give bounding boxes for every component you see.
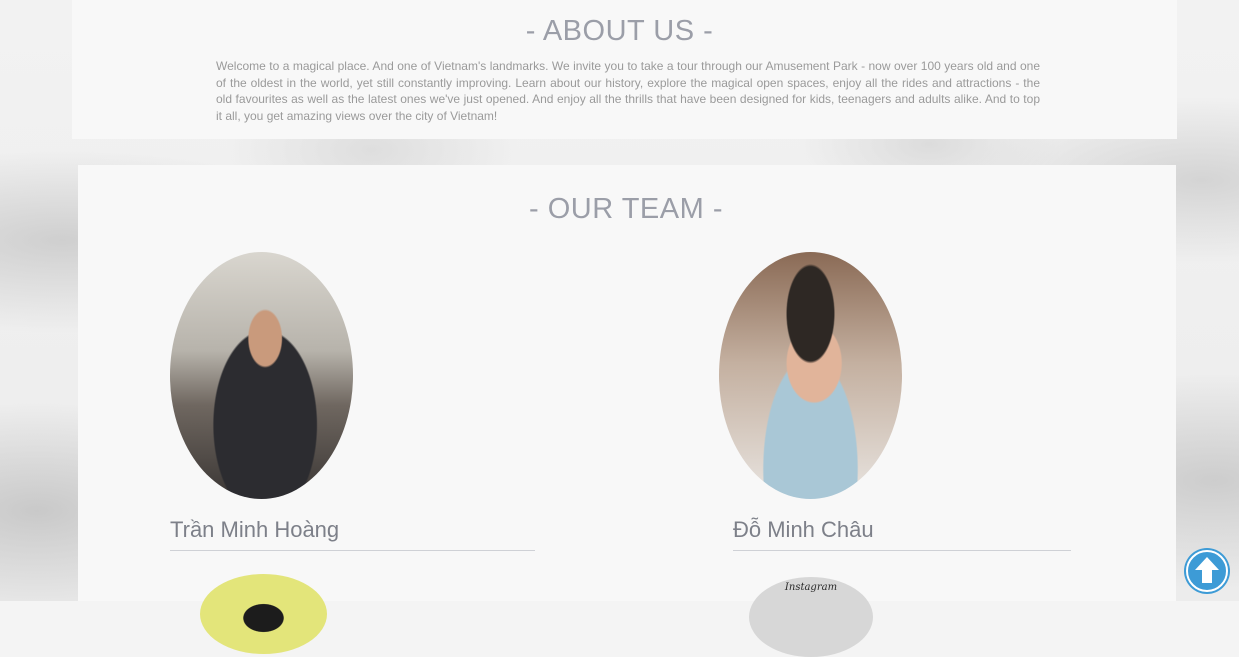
about-description: Welcome to a magical place. And one of V… <box>216 59 1040 123</box>
member-photo-1 <box>170 252 353 499</box>
about-title: - ABOUT US - <box>525 15 714 47</box>
member-name-1: Trần Minh Hoàng <box>170 517 340 542</box>
member-photo-3 <box>200 574 327 654</box>
member-divider-2 <box>733 550 1071 551</box>
member-photo-4: Instagram <box>749 577 873 657</box>
member-divider-1 <box>170 550 535 551</box>
scroll-to-top-button[interactable] <box>1184 548 1230 594</box>
arrow-up-icon <box>1186 550 1228 592</box>
team-title: - OUR TEAM - <box>529 193 723 225</box>
photo-caption: Instagram <box>784 582 838 593</box>
member-photo-2 <box>719 252 902 499</box>
member-name-2: Đỗ Minh Châu <box>733 517 874 542</box>
